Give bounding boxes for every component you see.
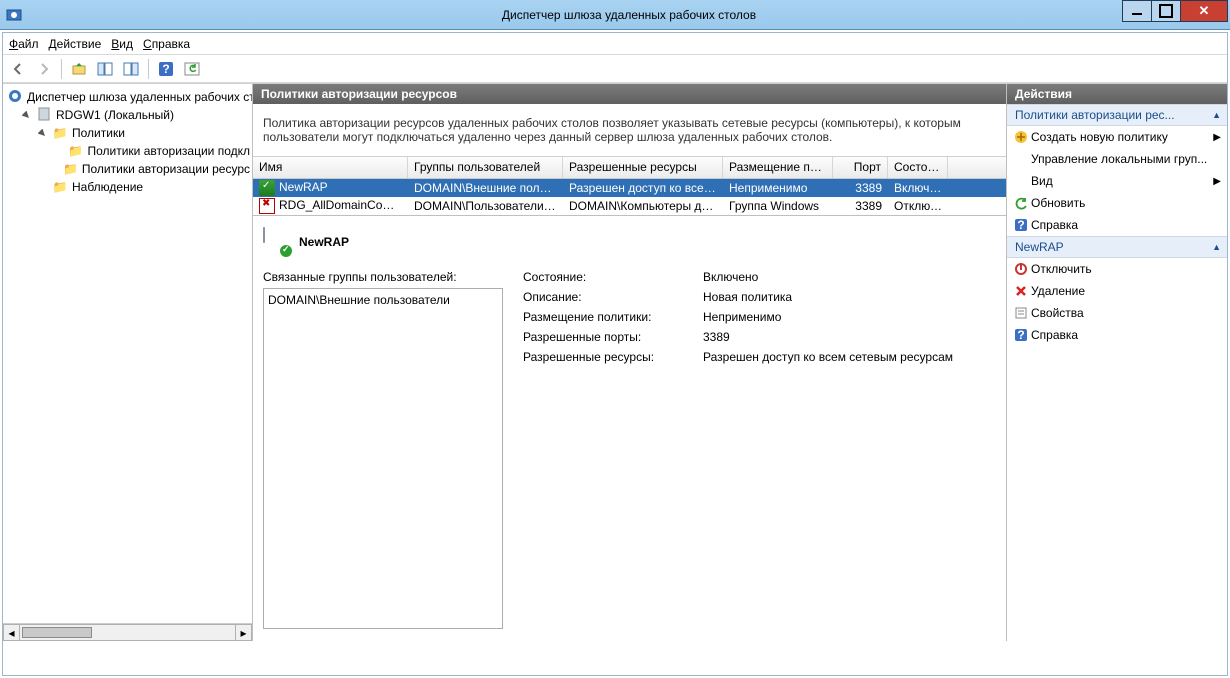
menu-view[interactable]: Вид [111, 37, 133, 51]
collapse-icon[interactable] [37, 128, 48, 139]
actions-header: Действия [1007, 84, 1227, 104]
refresh-button[interactable] [181, 58, 203, 80]
gateway-icon [7, 88, 23, 107]
action-manage-groups[interactable]: Управление локальными груп... [1007, 148, 1227, 170]
menu-action[interactable]: Действие [49, 37, 102, 51]
ports-value: 3389 [703, 330, 996, 344]
back-button[interactable] [7, 58, 29, 80]
policy-table: Имя Группы пользователей Разрешенные рес… [253, 157, 1006, 215]
close-button[interactable]: ✕ [1180, 0, 1228, 22]
submenu-icon: ▶ [1213, 176, 1221, 187]
menubar: Файл Действие Вид Справка [3, 33, 1227, 55]
state-value: Включено [703, 270, 996, 284]
horizontal-scrollbar[interactable]: ◂ ▸ [3, 623, 252, 641]
folder-icon: 📁 [52, 126, 68, 140]
actions-group-selected[interactable]: NewRAP▲ [1007, 236, 1227, 258]
window-titlebar: Диспетчер шлюза удаленных рабочих столов… [0, 0, 1230, 30]
help-icon: ? [1013, 327, 1029, 343]
folder-icon: 📁 [63, 162, 78, 176]
delete-icon [1013, 283, 1029, 299]
tree-rap[interactable]: 📁 Политики авторизации ресурс [5, 160, 250, 178]
action-help2[interactable]: ? Справка [1007, 324, 1227, 346]
table-header[interactable]: Имя Группы пользователей Разрешенные рес… [253, 157, 1006, 179]
tree-monitoring[interactable]: 📁 Наблюдение [5, 178, 250, 196]
server-icon [36, 106, 52, 125]
detail-pane: NewRAP Связанные группы пользователей: D… [253, 215, 1006, 641]
state-label: Состояние: [523, 270, 703, 284]
list-item[interactable]: DOMAIN\Внешние пользователи [268, 293, 498, 307]
action-view[interactable]: Вид▶ [1007, 170, 1227, 192]
resources-value: Разрешен доступ ко всем сетевым ресурсам [703, 350, 996, 364]
enabled-icon [259, 180, 275, 196]
col-port[interactable]: Порт [833, 157, 888, 178]
help-icon: ? [1013, 217, 1029, 233]
toolbar: ? [3, 55, 1227, 83]
table-row[interactable]: RDG_AllDomainComputersDOMAIN\Пользовател… [253, 197, 1006, 215]
action-help[interactable]: ? Справка [1007, 214, 1227, 236]
col-name[interactable]: Имя [253, 157, 408, 178]
table-row[interactable]: NewRAPDOMAIN\Внешние пользоват...Разреше… [253, 179, 1006, 197]
scroll-right-button[interactable]: ▸ [235, 624, 252, 641]
collapse-icon: ▲ [1212, 242, 1221, 252]
action-refresh[interactable]: Обновить [1007, 192, 1227, 214]
folder-icon: 📁 [68, 144, 84, 158]
ports-label: Разрешенные порты: [523, 330, 703, 344]
placement-label: Размещение политики: [523, 310, 703, 324]
collapse-icon[interactable] [21, 110, 32, 121]
svg-text:?: ? [1017, 218, 1024, 232]
scroll-left-button[interactable]: ◂ [3, 624, 20, 641]
forward-button[interactable] [33, 58, 55, 80]
menu-file[interactable]: Файл [9, 37, 39, 51]
new-icon [1013, 129, 1029, 145]
col-resources[interactable]: Разрешенные ресурсы [563, 157, 723, 178]
scroll-thumb[interactable] [22, 627, 92, 638]
resources-label: Разрешенные ресурсы: [523, 350, 703, 364]
actions-pane: Действия Политики авторизации рес...▲ Со… [1007, 84, 1227, 641]
detail-title: NewRAP [299, 235, 349, 249]
disable-icon [1013, 261, 1029, 277]
refresh-icon [1013, 195, 1029, 211]
window-title: Диспетчер шлюза удаленных рабочих столов [28, 8, 1230, 22]
collapse-icon: ▲ [1212, 110, 1221, 120]
actions-group-rap[interactable]: Политики авторизации рес...▲ [1007, 104, 1227, 126]
action-properties[interactable]: Свойства [1007, 302, 1227, 324]
tree-cap[interactable]: 📁 Политики авторизации подкл [5, 142, 250, 160]
col-groups[interactable]: Группы пользователей [408, 157, 563, 178]
show-hide-actions-button[interactable] [120, 58, 142, 80]
help-button[interactable]: ? [155, 58, 177, 80]
disabled-icon [259, 198, 275, 214]
tree-pane: Диспетчер шлюза удаленных рабочих стол R… [3, 84, 253, 641]
tree-server[interactable]: RDGW1 (Локальный) [5, 106, 250, 124]
tree-root[interactable]: Диспетчер шлюза удаленных рабочих стол [5, 88, 250, 106]
placement-value: Неприменимо [703, 310, 996, 324]
desc-label: Описание: [523, 290, 703, 304]
menu-help[interactable]: Справка [143, 37, 190, 51]
desc-value: Новая политика [703, 290, 996, 304]
svg-text:?: ? [1017, 328, 1024, 342]
center-description: Политика авторизации ресурсов удаленных … [253, 104, 1006, 157]
groups-label: Связанные группы пользователей: [263, 270, 503, 284]
show-hide-tree-button[interactable] [94, 58, 116, 80]
action-create-policy[interactable]: Создать новую политику▶ [1007, 126, 1227, 148]
folder-icon: 📁 [52, 180, 68, 194]
policy-enabled-icon [263, 228, 291, 256]
minimize-button[interactable] [1122, 0, 1152, 22]
center-header: Политики авторизации ресурсов [253, 84, 1006, 104]
maximize-button[interactable] [1151, 0, 1181, 22]
action-disable[interactable]: Отключить [1007, 258, 1227, 280]
tree-policies[interactable]: 📁 Политики [5, 124, 250, 142]
app-icon [6, 7, 22, 23]
up-button[interactable] [68, 58, 90, 80]
action-delete[interactable]: Удаление [1007, 280, 1227, 302]
col-placement[interactable]: Размещение полити... [723, 157, 833, 178]
properties-icon [1013, 305, 1029, 321]
center-pane: Политики авторизации ресурсов Политика а… [253, 84, 1007, 641]
submenu-icon: ▶ [1213, 132, 1221, 143]
col-state[interactable]: Состоя... [888, 157, 948, 178]
groups-listbox[interactable]: DOMAIN\Внешние пользователи [263, 288, 503, 629]
svg-text:?: ? [162, 62, 169, 76]
